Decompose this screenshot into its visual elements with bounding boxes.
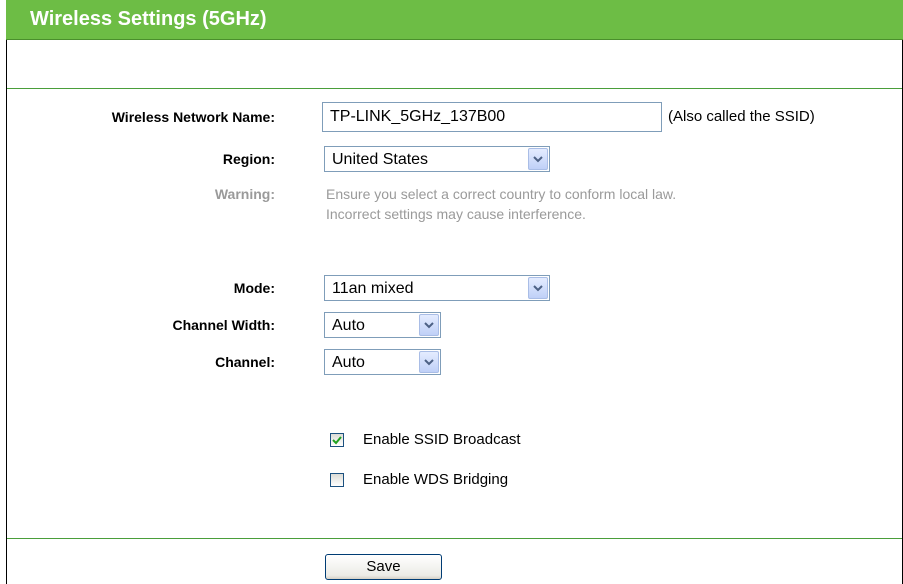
chevron-down-icon[interactable] bbox=[528, 148, 548, 170]
checkmark-icon bbox=[332, 436, 342, 445]
warning-text-line1: Ensure you select a correct country to c… bbox=[326, 186, 677, 202]
warning-text-line2: Incorrect settings may cause interferenc… bbox=[326, 206, 586, 222]
save-button[interactable]: Save bbox=[325, 554, 442, 580]
channel-label: Channel: bbox=[215, 354, 275, 370]
region-select[interactable]: United States bbox=[324, 146, 550, 172]
channel-value: Auto bbox=[332, 354, 365, 371]
channel-select[interactable]: Auto bbox=[324, 349, 441, 375]
warning-label: Warning: bbox=[214, 186, 275, 202]
mode-value: 11an mixed bbox=[332, 280, 414, 297]
region-value: United States bbox=[332, 151, 429, 168]
chevron-down-icon[interactable] bbox=[419, 314, 439, 336]
top-divider bbox=[7, 88, 902, 89]
ssid-note: (Also called the SSID) bbox=[668, 108, 815, 125]
chevron-down-icon[interactable] bbox=[419, 351, 439, 373]
network-name-label: Wireless Network Name: bbox=[111, 109, 275, 125]
ssid-broadcast-label[interactable]: Enable SSID Broadcast bbox=[363, 431, 521, 448]
mode-label: Mode: bbox=[233, 280, 275, 296]
chevron-down-icon[interactable] bbox=[528, 277, 548, 299]
ssid-broadcast-checkbox[interactable] bbox=[330, 433, 344, 447]
channel-width-label: Channel Width: bbox=[172, 317, 275, 333]
region-label: Region: bbox=[222, 151, 275, 167]
page-title: Wireless Settings (5GHz) bbox=[30, 8, 267, 30]
bottom-divider bbox=[7, 538, 902, 539]
network-name-input[interactable]: TP-LINK_5GHz_137B00 bbox=[322, 102, 662, 132]
title-bar: Wireless Settings (5GHz) bbox=[6, 0, 903, 40]
mode-select[interactable]: 11an mixed bbox=[324, 275, 550, 301]
wds-bridging-checkbox[interactable] bbox=[330, 473, 344, 487]
wds-bridging-label[interactable]: Enable WDS Bridging bbox=[363, 471, 508, 488]
channel-width-select[interactable]: Auto bbox=[324, 312, 441, 338]
channel-width-value: Auto bbox=[332, 317, 365, 334]
